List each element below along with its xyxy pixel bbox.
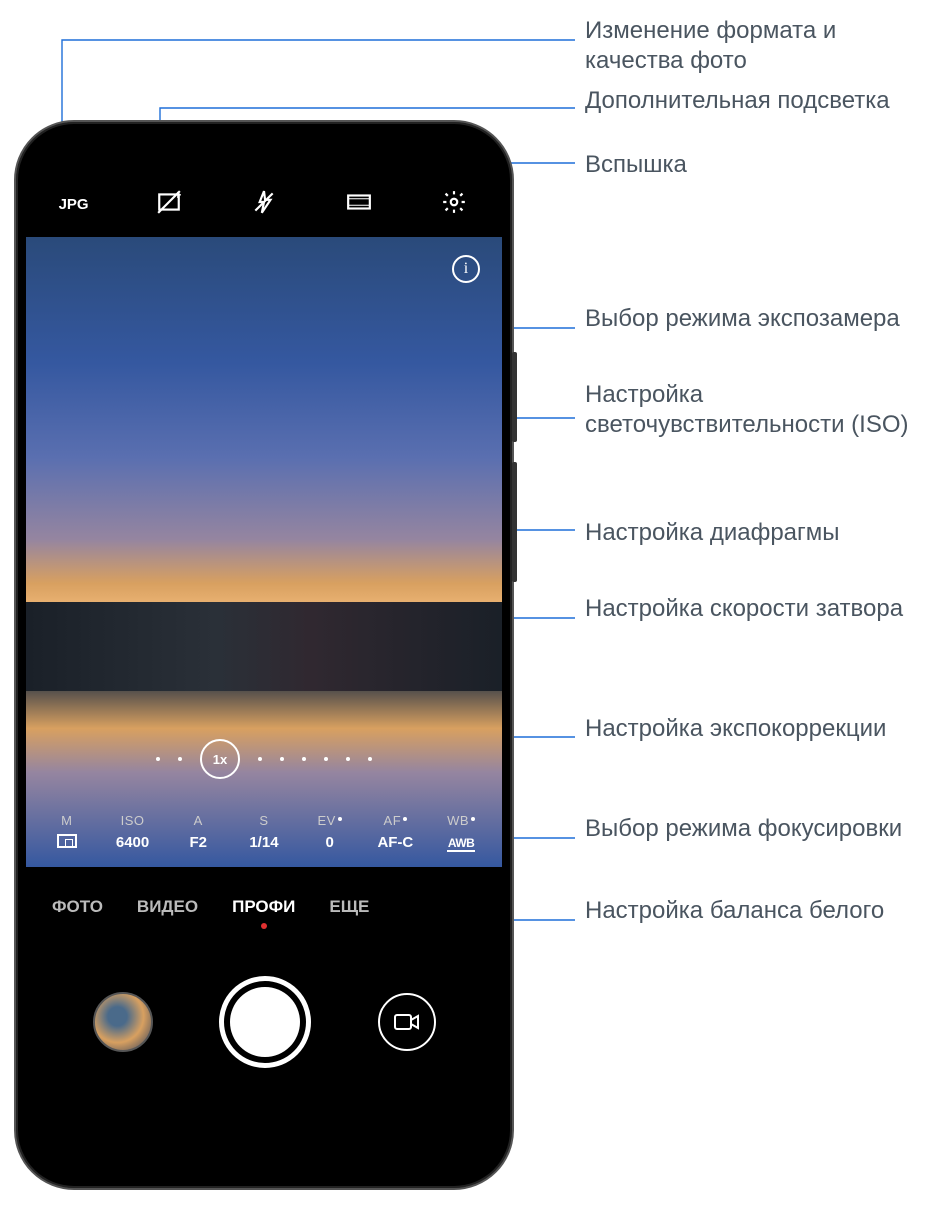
zoom-dot: [324, 757, 328, 761]
aspect-toggle[interactable]: [337, 189, 381, 219]
viewfinder[interactable]: i 1x M ISO 6400: [26, 237, 502, 867]
zoom-dot: [302, 757, 306, 761]
shutter-control[interactable]: S 1/14: [236, 813, 292, 851]
screen: JPG + i 1x: [26, 132, 502, 1178]
mode-more[interactable]: ЕЩЕ: [329, 897, 369, 917]
af-label: AF: [367, 813, 423, 828]
zoom-dot: [156, 757, 160, 761]
mode-video[interactable]: ВИДЕО: [137, 897, 198, 917]
callout-ev: Настройка экспокоррекции: [585, 714, 886, 744]
svg-text:+: +: [174, 189, 181, 202]
scene-silhouette: [26, 602, 502, 690]
wb-value: AWB: [447, 836, 476, 852]
callout-fill: Дополнительная подсветка: [585, 86, 890, 116]
aperture-control[interactable]: A F2: [170, 813, 226, 851]
phone-frame: JPG + i 1x: [14, 120, 514, 1190]
metering-matrix-icon: [57, 834, 77, 848]
shutter-value: 1/14: [236, 834, 292, 851]
top-toolbar: JPG +: [26, 182, 502, 226]
fill-light-off-icon: +: [156, 189, 182, 215]
callout-wb: Настройка баланса белого: [585, 896, 884, 926]
metering-control[interactable]: M: [39, 813, 95, 852]
iso-value: 6400: [105, 834, 161, 851]
zoom-dot: [258, 757, 262, 761]
mode-photo[interactable]: ФОТО: [52, 897, 103, 917]
pro-params-row: M ISO 6400 A F2 S 1/14 EV 0: [26, 797, 502, 867]
wb-control[interactable]: WB AWB: [433, 813, 489, 851]
zoom-slider[interactable]: 1x: [26, 739, 502, 779]
iso-control[interactable]: ISO 6400: [105, 813, 161, 851]
gallery-thumbnail[interactable]: [93, 992, 153, 1052]
zoom-dot: [346, 757, 350, 761]
mode-strip[interactable]: ФОТО ВИДЕО ПРОФИ ЕЩЕ: [26, 877, 502, 937]
shutter-inner: [230, 987, 300, 1057]
aperture-value: F2: [170, 834, 226, 851]
shutter-button[interactable]: [219, 976, 311, 1068]
switch-camera-button[interactable]: [378, 993, 436, 1051]
callout-aperture: Настройка диафрагмы: [585, 518, 840, 548]
zoom-1x-button[interactable]: 1x: [200, 739, 240, 779]
callout-format: Изменение формата и качества фото: [585, 16, 930, 76]
bottom-controls: [26, 952, 502, 1092]
film-frame-icon: [346, 189, 372, 215]
fill-light-toggle[interactable]: +: [147, 189, 191, 219]
info-button[interactable]: i: [452, 255, 480, 283]
wb-label: WB: [433, 813, 489, 828]
zoom-dot: [368, 757, 372, 761]
ev-control[interactable]: EV 0: [302, 813, 358, 851]
video-switch-icon: [394, 1012, 420, 1032]
callout-shutter: Настройка скорости затвора: [585, 594, 903, 624]
zoom-dot: [178, 757, 182, 761]
volume-button: [512, 352, 517, 442]
callout-af: Выбор режима фокусировки: [585, 814, 902, 844]
shutter-label: S: [236, 813, 292, 828]
aperture-label: A: [170, 813, 226, 828]
zoom-dot: [280, 757, 284, 761]
settings-button[interactable]: [432, 189, 476, 219]
callout-metering: Выбор режима экспозамера: [585, 304, 900, 334]
callout-iso: Настройка светочувствительности (ISO): [585, 380, 930, 440]
af-control[interactable]: AF AF-C: [367, 813, 423, 851]
power-button: [512, 462, 517, 582]
flash-toggle[interactable]: [242, 189, 286, 219]
format-toggle[interactable]: JPG: [52, 196, 96, 213]
ev-value: 0: [302, 834, 358, 851]
gear-icon: [441, 189, 467, 215]
mode-pro[interactable]: ПРОФИ: [232, 897, 295, 917]
af-value: AF-C: [367, 834, 423, 851]
iso-label: ISO: [105, 813, 161, 828]
callout-flash: Вспышка: [585, 150, 687, 180]
metering-label: M: [39, 813, 95, 828]
flash-off-icon: [251, 189, 277, 215]
ev-label: EV: [302, 813, 358, 828]
